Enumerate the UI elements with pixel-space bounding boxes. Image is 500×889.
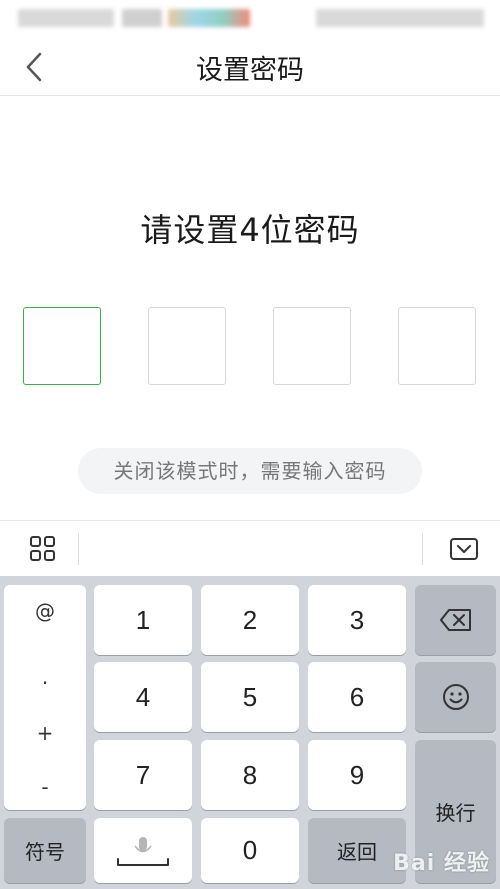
symbols-key[interactable]: 符号 — [4, 818, 86, 883]
symbol-key-dot[interactable]: . — [4, 665, 86, 689]
key-8[interactable]: 8 — [201, 740, 299, 810]
watermark: Bai 经验 — [393, 851, 490, 876]
voice-space-key[interactable] — [94, 818, 192, 883]
status-blur-left — [18, 9, 114, 27]
numeric-keyboard: @ . + - 1 2 3 4 5 6 7 8 9 换行 符号 0 返回 — [0, 576, 500, 889]
backspace-key[interactable] — [415, 585, 496, 655]
smiley-icon — [442, 684, 469, 710]
status-blur-right — [316, 9, 484, 27]
status-blur-left-2 — [122, 9, 162, 27]
keyboard-collapse-icon — [450, 538, 478, 560]
keyboard-toolbar — [0, 520, 500, 576]
status-blur-colors — [168, 9, 250, 27]
status-bar — [0, 0, 500, 36]
symbol-key-minus[interactable]: - — [4, 775, 86, 799]
microphone-icon — [117, 836, 169, 866]
key-5[interactable]: 5 — [201, 662, 299, 732]
pin-input-row[interactable] — [0, 307, 500, 385]
grid-icon — [30, 536, 55, 561]
backspace-icon — [439, 609, 471, 631]
symbol-column: @ . + - — [4, 585, 86, 810]
nav-bar: 设置密码 — [0, 36, 500, 96]
pin-box-4[interactable] — [398, 307, 476, 385]
hide-keyboard-button[interactable] — [449, 534, 479, 564]
page-title: 设置密码 — [196, 55, 304, 86]
password-prompt: 请设置4位密码 — [140, 211, 360, 249]
pin-box-1[interactable] — [23, 307, 101, 385]
key-9[interactable]: 9 — [308, 740, 406, 810]
key-0[interactable]: 0 — [201, 818, 299, 883]
key-1[interactable]: 1 — [94, 585, 192, 655]
pin-box-3[interactable] — [273, 307, 351, 385]
toolbar-divider-left — [78, 533, 79, 565]
key-2[interactable]: 2 — [201, 585, 299, 655]
hint-pill: 关闭该模式时，需要输入密码 — [78, 448, 422, 494]
key-3[interactable]: 3 — [308, 585, 406, 655]
pin-box-2[interactable] — [148, 307, 226, 385]
key-6[interactable]: 6 — [308, 662, 406, 732]
keyboard-menu-button[interactable] — [28, 534, 58, 564]
emoji-key[interactable] — [415, 662, 496, 732]
symbol-key-at[interactable]: @ — [4, 599, 86, 623]
key-4[interactable]: 4 — [94, 662, 192, 732]
toolbar-divider-right — [422, 533, 423, 565]
return-key[interactable]: 返回 — [308, 818, 406, 883]
key-7[interactable]: 7 — [94, 740, 192, 810]
symbol-key-plus[interactable]: + — [4, 721, 86, 745]
